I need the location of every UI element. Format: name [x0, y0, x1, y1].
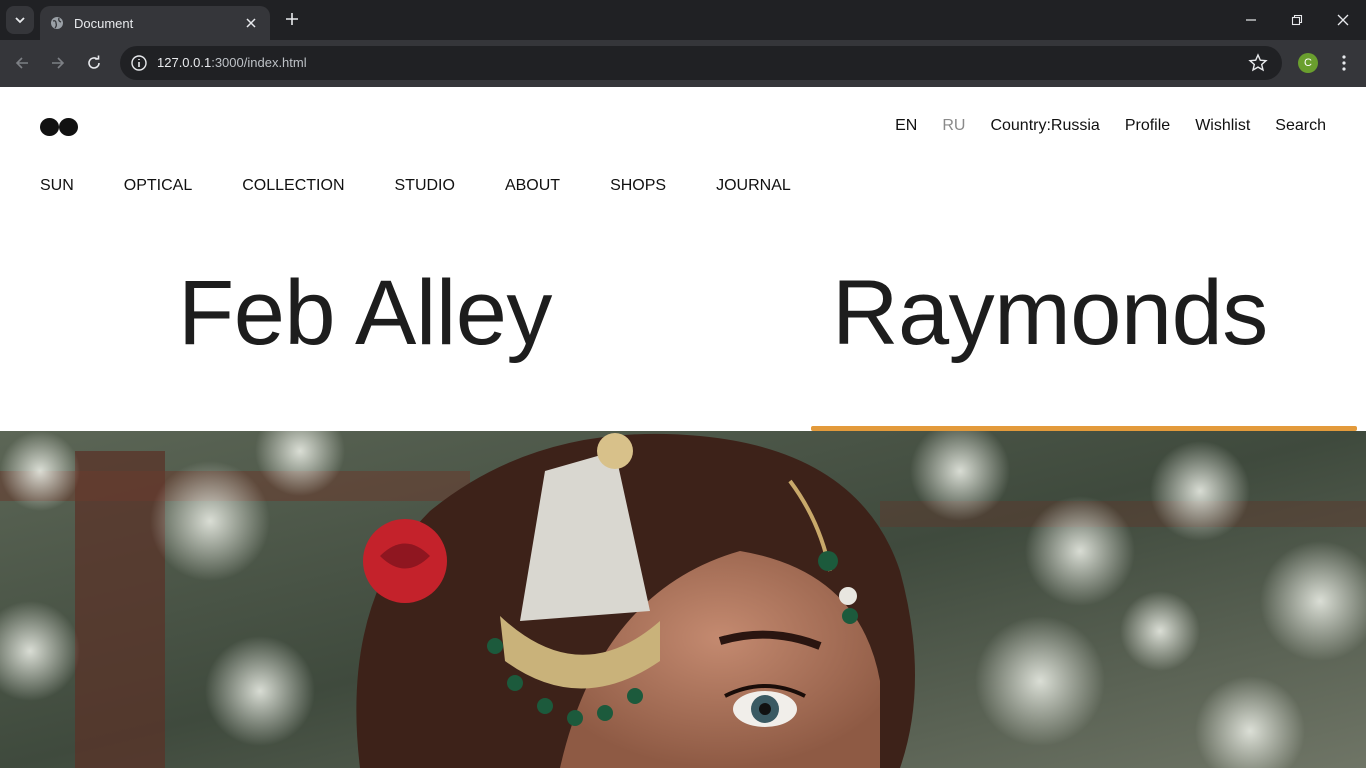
browser-menu-button[interactable]	[1334, 52, 1354, 74]
country-selector[interactable]: Country:Russia	[990, 117, 1099, 135]
profile-avatar[interactable]: C	[1298, 53, 1318, 73]
lang-en-link[interactable]: EN	[895, 117, 917, 135]
globe-icon	[51, 17, 63, 29]
nav-item-collection[interactable]: COLLECTION	[242, 177, 344, 195]
minimize-button[interactable]	[1228, 0, 1274, 40]
close-window-button[interactable]	[1320, 0, 1366, 40]
main-navigation: SUN OPTICAL COLLECTION STUDIO ABOUT SHOP…	[40, 177, 791, 195]
logo-dot-left	[40, 118, 59, 136]
back-button[interactable]	[10, 51, 34, 75]
browser-toolbar: 127.0.0.1:3000/index.html	[0, 40, 1366, 87]
tab-title: Document	[74, 15, 134, 31]
hero-image	[0, 431, 1366, 768]
url-host: 127.0.0.1	[157, 55, 212, 70]
nav-item-optical[interactable]: OPTICAL	[124, 177, 192, 195]
web-page: EN RU Country:Russia Profile Wishlist Se…	[0, 87, 1366, 768]
nav-item-about[interactable]: ABOUT	[505, 177, 560, 195]
restore-icon	[1291, 14, 1303, 26]
url-path: :3000/index.html	[211, 55, 307, 70]
browser-tab[interactable]: Document	[40, 6, 270, 40]
url-text[interactable]: 127.0.0.1:3000/index.html	[157, 55, 307, 70]
bookmark-star-icon[interactable]	[1248, 53, 1268, 73]
chevron-down-icon	[15, 17, 25, 24]
restore-button[interactable]	[1274, 0, 1320, 40]
plus-icon	[286, 13, 298, 25]
arrow-right-icon	[52, 57, 65, 69]
minimize-icon	[1246, 19, 1256, 21]
brand-tab-feb-alley[interactable]: Feb Alley	[178, 267, 552, 359]
address-bar[interactable]: 127.0.0.1:3000/index.html	[120, 46, 1282, 80]
close-icon	[1337, 14, 1349, 26]
header-utility-links: EN RU Country:Russia Profile Wishlist Se…	[895, 117, 1326, 135]
nav-item-journal[interactable]: JOURNAL	[716, 177, 791, 195]
lang-ru-link[interactable]: RU	[942, 117, 965, 135]
tab-search-menu-button[interactable]	[6, 6, 34, 34]
site-info-icon[interactable]	[130, 54, 148, 72]
nav-item-studio[interactable]: STUDIO	[395, 177, 455, 195]
brand-tab-raymonds[interactable]: Raymonds	[832, 267, 1268, 359]
forward-button[interactable]	[46, 51, 70, 75]
reload-button[interactable]	[82, 51, 106, 75]
site-logo[interactable]	[40, 118, 78, 136]
nav-item-sun[interactable]: SUN	[40, 177, 74, 195]
browser-tab-bar: Document	[0, 0, 1366, 40]
wishlist-link[interactable]: Wishlist	[1195, 117, 1250, 135]
logo-dot-right	[59, 118, 78, 136]
more-vertical-icon	[1342, 55, 1346, 71]
profile-link[interactable]: Profile	[1125, 117, 1170, 135]
arrow-left-icon	[15, 57, 28, 69]
new-tab-button[interactable]	[282, 10, 302, 30]
nav-item-shops[interactable]: SHOPS	[610, 177, 666, 195]
close-tab-icon[interactable]	[242, 14, 260, 32]
hero-photo-illustration	[0, 431, 1366, 768]
reload-icon	[88, 55, 100, 69]
search-link[interactable]: Search	[1275, 117, 1326, 135]
